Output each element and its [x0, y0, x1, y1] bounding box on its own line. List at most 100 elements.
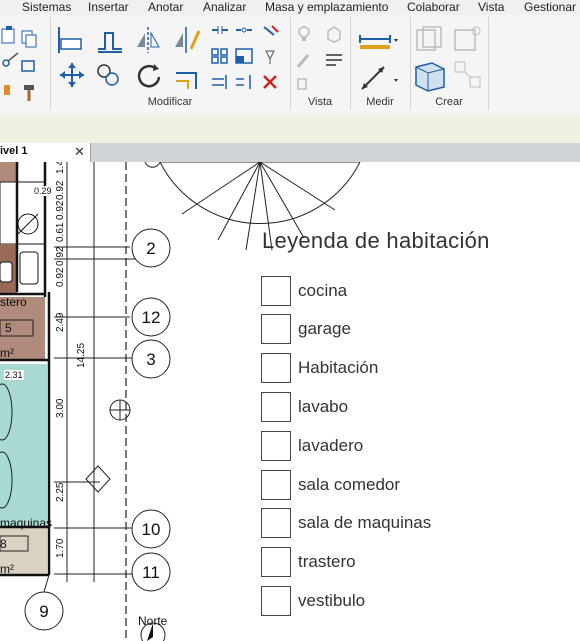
legend-item-label: sala comedor	[298, 475, 401, 494]
grid-bubble-label: 9	[39, 602, 48, 621]
options-bar	[0, 115, 580, 143]
menu-insertar[interactable]: Insertar	[88, 0, 129, 15]
ribbon: Modificar Vista Medir Crear	[0, 15, 580, 115]
rotate-icon[interactable]	[134, 61, 164, 91]
mirror-draw-icon[interactable]	[171, 25, 201, 55]
legend-item-label: cocina	[298, 281, 348, 300]
menu-analizar[interactable]: Analizar	[203, 0, 246, 15]
hammer-icon[interactable]	[18, 81, 42, 105]
dimension-icon[interactable]	[358, 63, 400, 93]
ribbon-panel-modificar: Modificar	[50, 17, 291, 110]
ribbon-panel-crear: Crear	[410, 17, 489, 110]
grid-bubble-label: 10	[142, 520, 161, 539]
panel-label-modificar: Modificar	[147, 96, 193, 108]
trim-multiple-icon[interactable]	[210, 73, 230, 91]
ribbon-panel-medir: Medir	[350, 17, 411, 110]
grid-bubble-label: 2	[146, 239, 155, 258]
legend-swatch	[261, 586, 291, 616]
menu-sistemas[interactable]: Sistemas	[22, 0, 71, 15]
move-icon[interactable]	[58, 61, 86, 89]
join-icon[interactable]	[18, 55, 42, 79]
menu-bar: Sistemas Insertar Anotar Analizar Masa y…	[0, 0, 580, 15]
create-group-icon[interactable]	[414, 25, 444, 55]
dimension-label: 3.00	[55, 398, 66, 418]
grid-bubbles: 2 12 3 10 11 9 0.29 1.4 0.92 0.92 0.61 0…	[0, 162, 171, 631]
dimension-label: 0.92	[55, 200, 66, 220]
cube-gray-icon[interactable]	[324, 25, 344, 43]
dimension-label: 0.61	[55, 222, 66, 242]
room-label: m²	[0, 346, 14, 360]
room-label: m²	[0, 562, 14, 576]
legend-item-label: Habitación	[298, 358, 379, 377]
legend-swatch	[261, 353, 291, 383]
menu-gestionar[interactable]: Gestionar	[524, 0, 576, 15]
legend-swatch	[261, 314, 291, 344]
menu-anotar[interactable]: Anotar	[148, 0, 183, 15]
legend-item-label: lavabo	[298, 397, 349, 416]
legend-swatch	[261, 470, 291, 500]
mirror-axis-icon[interactable]	[133, 25, 163, 55]
offset-icon[interactable]	[95, 25, 125, 55]
dimension-label: 2.49	[55, 312, 66, 332]
legend-swatch	[261, 431, 291, 461]
menu-colaborar[interactable]: Colaborar	[407, 0, 460, 15]
dimension-label: 2.25	[55, 482, 66, 502]
grid-bubble-label: 11	[142, 563, 160, 582]
dimension-label: 1.4	[55, 162, 66, 174]
panel-label-medir: Medir	[366, 96, 394, 108]
dimension-label: 14.25	[76, 343, 87, 368]
ribbon-panel-vista: Vista	[290, 17, 351, 110]
drawing-canvas[interactable]: 2 12 3 10 11 9 0.29 1.4 0.92 0.92 0.61 0…	[0, 162, 580, 641]
brush-icon[interactable]	[294, 51, 316, 69]
ribbon-panel-partial	[0, 17, 51, 110]
create-assembly-icon[interactable]	[452, 25, 482, 55]
close-icon[interactable]: ✕	[74, 144, 85, 159]
copy-elements-icon[interactable]	[94, 61, 124, 89]
grid-bubble-label: 3	[146, 350, 155, 369]
measure-icon[interactable]	[358, 29, 400, 53]
scale-icon[interactable]	[234, 47, 254, 65]
split-icon[interactable]	[210, 23, 230, 37]
dimension-label: 0.92	[55, 267, 66, 287]
view-tab-bar: ivel 1 ✕	[0, 143, 580, 162]
menu-masa-emplazamiento[interactable]: Masa y emplazamiento	[265, 0, 388, 15]
split-gap-icon[interactable]	[234, 23, 254, 37]
trim-extend-icon[interactable]	[172, 61, 202, 91]
dimension-label: 2.31	[5, 370, 23, 380]
room-label: maquinas	[0, 516, 52, 530]
array-icon[interactable]	[210, 47, 230, 65]
legend-item-label: garage	[298, 319, 351, 338]
dimension-label: 0.29	[34, 186, 52, 196]
delete-icon[interactable]	[260, 73, 280, 91]
align-icon[interactable]	[55, 25, 85, 55]
dimension-label: 0.92	[55, 246, 66, 266]
legend-swatch	[261, 547, 291, 577]
create-parts-icon[interactable]	[412, 59, 448, 93]
dimension-label: 0.92	[55, 180, 66, 200]
copy-icon[interactable]	[18, 27, 42, 51]
grid-leader	[43, 574, 50, 593]
grid-bubble-label: 12	[142, 308, 161, 327]
legend-item-label: trastero	[298, 552, 356, 571]
panel-label-vista: Vista	[307, 96, 333, 108]
legend-swatch	[261, 508, 291, 538]
unpin-icon[interactable]	[260, 47, 280, 65]
legend-swatch	[261, 392, 291, 422]
dimension-label: 1.70	[55, 538, 66, 558]
menu-vista[interactable]: Vista	[478, 0, 504, 15]
legend-title: Leyenda de habitación	[262, 228, 490, 253]
legend-item-label: lavadero	[298, 436, 364, 455]
view-tab-label: ivel 1	[0, 145, 28, 157]
panel-label-crear: Crear	[435, 96, 463, 108]
pin-icon[interactable]	[260, 23, 280, 39]
room-label: 5	[5, 321, 12, 335]
extend-icon[interactable]	[234, 73, 254, 91]
view-tab-nivel-1[interactable]: ivel 1 ✕	[0, 143, 91, 162]
similar-icon[interactable]	[452, 59, 484, 91]
hide-element-icon[interactable]	[294, 75, 314, 93]
linework-icon[interactable]	[324, 51, 344, 69]
north-arrow-label: Norte	[138, 614, 168, 628]
legend-item-label: vestibulo	[298, 591, 366, 610]
lightbulb-icon[interactable]	[294, 25, 316, 43]
room-label: 8	[0, 537, 7, 551]
